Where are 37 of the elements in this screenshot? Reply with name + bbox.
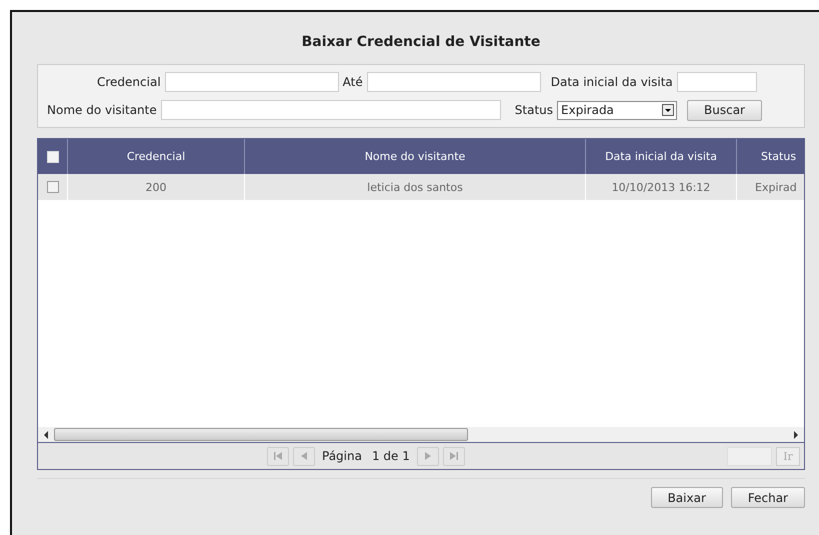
field-label: Credencial xyxy=(97,75,161,89)
previous-icon xyxy=(299,451,309,461)
table-cell: 200 xyxy=(68,174,244,200)
select-all-checkbox[interactable] xyxy=(46,150,58,163)
scroll-right-icon[interactable] xyxy=(793,430,799,438)
next-icon xyxy=(422,451,433,461)
status-dropdown[interactable]: Expirada xyxy=(557,100,678,120)
column-header[interactable]: Nome do visitante xyxy=(244,139,586,174)
field-label: Data inicial da visita xyxy=(550,75,673,89)
horizontal-scrollbar[interactable] xyxy=(38,427,804,443)
scroll-left-icon[interactable] xyxy=(43,430,49,438)
ate-field[interactable] xyxy=(366,72,541,92)
previous-page-button[interactable] xyxy=(293,446,315,466)
first-page-button[interactable] xyxy=(267,446,289,466)
table-cell: leticia dos santos xyxy=(244,174,586,200)
field-label: Status xyxy=(514,103,554,117)
field-label: Nome do visitante xyxy=(47,103,157,117)
table-cell: Expirad xyxy=(736,174,804,200)
page-label: Página xyxy=(322,449,362,463)
next-page-button[interactable] xyxy=(416,446,439,466)
row-checkbox[interactable] xyxy=(46,181,58,194)
column-header[interactable]: Status xyxy=(736,139,804,174)
visitor-name-field[interactable] xyxy=(160,100,501,120)
table-cell: 10/10/2013 16:12 xyxy=(586,174,736,200)
field-label: Até xyxy=(342,75,363,89)
dialog-button[interactable]: Fechar xyxy=(730,487,805,508)
last-page-button[interactable] xyxy=(442,446,465,466)
date-field[interactable] xyxy=(676,72,757,92)
dialog-title: Baixar Credencial de Visitante xyxy=(300,33,542,52)
first-page-icon xyxy=(273,451,283,461)
column-header[interactable]: Credencial xyxy=(68,139,244,174)
search-button[interactable]: Buscar xyxy=(687,100,762,120)
dialog-button[interactable]: Baixar xyxy=(650,487,723,508)
column-header[interactable]: Data inicial da visita xyxy=(586,139,736,174)
credencial-field[interactable] xyxy=(164,72,339,92)
last-page-icon xyxy=(448,451,459,461)
page-info: 1 de 1 xyxy=(372,449,410,463)
